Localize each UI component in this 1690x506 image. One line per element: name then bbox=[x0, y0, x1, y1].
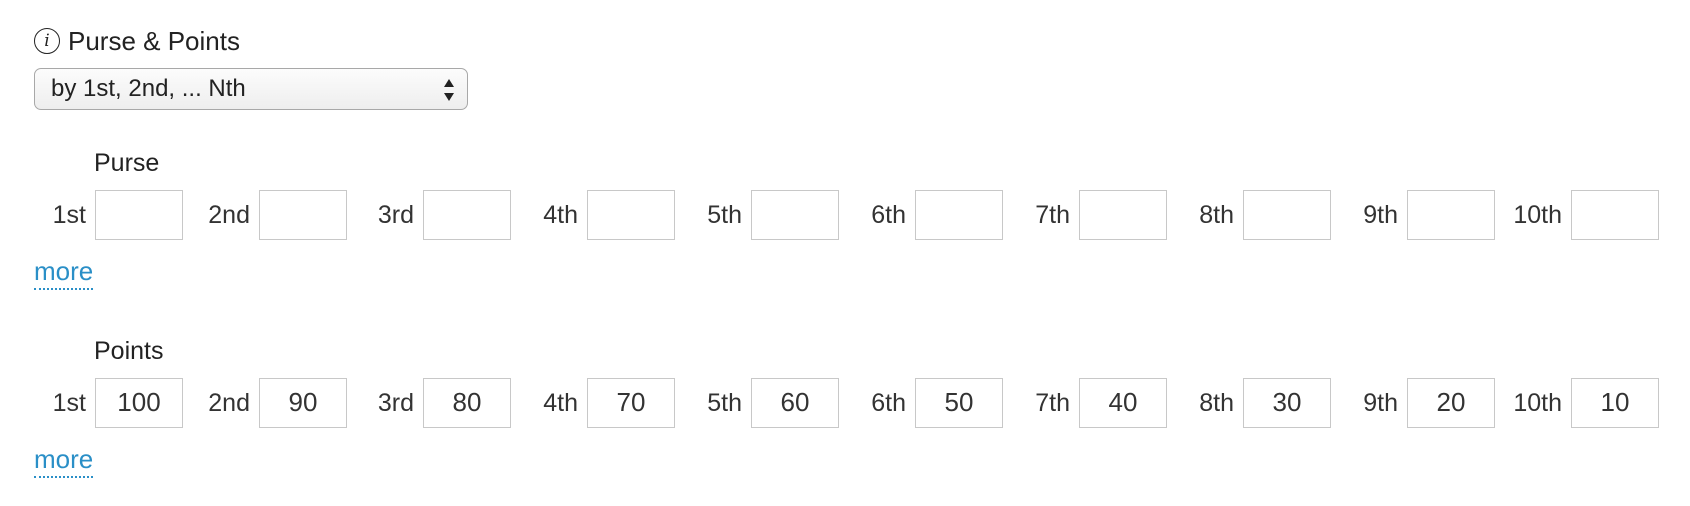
points-place-8: 8th 30 bbox=[1191, 378, 1331, 428]
points-place-6: 6th 50 bbox=[863, 378, 1003, 428]
purse-place-input[interactable] bbox=[1243, 190, 1331, 240]
points-place-5: 5th 60 bbox=[699, 378, 839, 428]
points-place-9: 9th 20 bbox=[1355, 378, 1495, 428]
purse-place-label: 1st bbox=[52, 201, 86, 229]
purse-place-label: 5th bbox=[707, 201, 742, 229]
purse-points-form: i Purse & Points by 1st, 2nd, ... Nth Pu… bbox=[0, 0, 1690, 506]
purse-points-header: i Purse & Points bbox=[34, 24, 240, 58]
distribution-select-value: by 1st, 2nd, ... Nth bbox=[51, 75, 246, 102]
points-more-link[interactable]: more bbox=[34, 444, 94, 478]
purse-place-input[interactable] bbox=[587, 190, 675, 240]
points-place-label: 7th bbox=[1035, 389, 1070, 417]
purse-place-7: 7th bbox=[1027, 190, 1167, 240]
points-place-label: 2nd bbox=[208, 389, 250, 417]
points-place-label: 6th bbox=[871, 389, 906, 417]
points-place-input[interactable]: 80 bbox=[423, 378, 511, 428]
points-place-label: 5th bbox=[707, 389, 742, 417]
purse-place-label: 8th bbox=[1199, 201, 1234, 229]
points-place-label: 1st bbox=[52, 389, 86, 417]
points-place-input[interactable]: 20 bbox=[1407, 378, 1495, 428]
purse-place-input[interactable] bbox=[423, 190, 511, 240]
points-place-label: 10th bbox=[1513, 389, 1562, 417]
points-place-input[interactable]: 60 bbox=[751, 378, 839, 428]
purse-place-9: 9th bbox=[1355, 190, 1495, 240]
purse-place-5: 5th bbox=[699, 190, 839, 240]
purse-place-label: 4th bbox=[543, 201, 578, 229]
purse-place-input[interactable] bbox=[1571, 190, 1659, 240]
purse-place-4: 4th bbox=[535, 190, 675, 240]
points-place-label: 3rd bbox=[377, 389, 414, 417]
points-place-label: 8th bbox=[1199, 389, 1234, 417]
purse-place-input[interactable] bbox=[915, 190, 1003, 240]
points-row: 1st 100 2nd 90 3rd 80 4th 70 5th 60 6th 50 7th 40 8th 3… bbox=[0, 378, 1690, 428]
points-place-input[interactable]: 90 bbox=[259, 378, 347, 428]
purse-place-label: 10th bbox=[1513, 201, 1562, 229]
purse-place-input[interactable] bbox=[259, 190, 347, 240]
purse-place-input[interactable] bbox=[1407, 190, 1495, 240]
purse-row: 1st 2nd 3rd 4th 5th 6th 7th 8th 9th 10th bbox=[0, 190, 1690, 240]
purse-place-10: 10th bbox=[1513, 190, 1659, 240]
purse-place-1: 1st bbox=[43, 190, 183, 240]
purse-more-link[interactable]: more bbox=[34, 256, 94, 290]
purse-place-6: 6th bbox=[863, 190, 1003, 240]
purse-place-input[interactable] bbox=[751, 190, 839, 240]
points-place-10: 10th 10 bbox=[1513, 378, 1659, 428]
info-icon[interactable]: i bbox=[34, 28, 60, 54]
points-place-input[interactable]: 50 bbox=[915, 378, 1003, 428]
purse-place-label: 2nd bbox=[208, 201, 250, 229]
distribution-select[interactable]: by 1st, 2nd, ... Nth bbox=[34, 68, 468, 110]
updown-arrows-icon bbox=[443, 78, 455, 102]
purse-points-title: Purse & Points bbox=[68, 26, 240, 56]
points-place-label: 9th bbox=[1363, 389, 1398, 417]
points-place-1: 1st 100 bbox=[43, 378, 183, 428]
purse-label: Purse bbox=[94, 149, 160, 177]
purse-place-input[interactable] bbox=[95, 190, 183, 240]
purse-place-3: 3rd bbox=[371, 190, 511, 240]
purse-place-label: 6th bbox=[871, 201, 906, 229]
points-place-7: 7th 40 bbox=[1027, 378, 1167, 428]
purse-place-label: 7th bbox=[1035, 201, 1070, 229]
points-place-3: 3rd 80 bbox=[371, 378, 511, 428]
points-place-2: 2nd 90 bbox=[207, 378, 347, 428]
purse-place-2: 2nd bbox=[207, 190, 347, 240]
points-place-input[interactable]: 10 bbox=[1571, 378, 1659, 428]
points-place-input[interactable]: 40 bbox=[1079, 378, 1167, 428]
points-place-input[interactable]: 30 bbox=[1243, 378, 1331, 428]
purse-place-8: 8th bbox=[1191, 190, 1331, 240]
points-place-label: 4th bbox=[543, 389, 578, 417]
points-label: Points bbox=[94, 337, 164, 365]
purse-place-label: 9th bbox=[1363, 201, 1398, 229]
points-place-4: 4th 70 bbox=[535, 378, 675, 428]
points-place-input[interactable]: 70 bbox=[587, 378, 675, 428]
points-place-input[interactable]: 100 bbox=[95, 378, 183, 428]
purse-place-label: 3rd bbox=[377, 201, 414, 229]
purse-place-input[interactable] bbox=[1079, 190, 1167, 240]
